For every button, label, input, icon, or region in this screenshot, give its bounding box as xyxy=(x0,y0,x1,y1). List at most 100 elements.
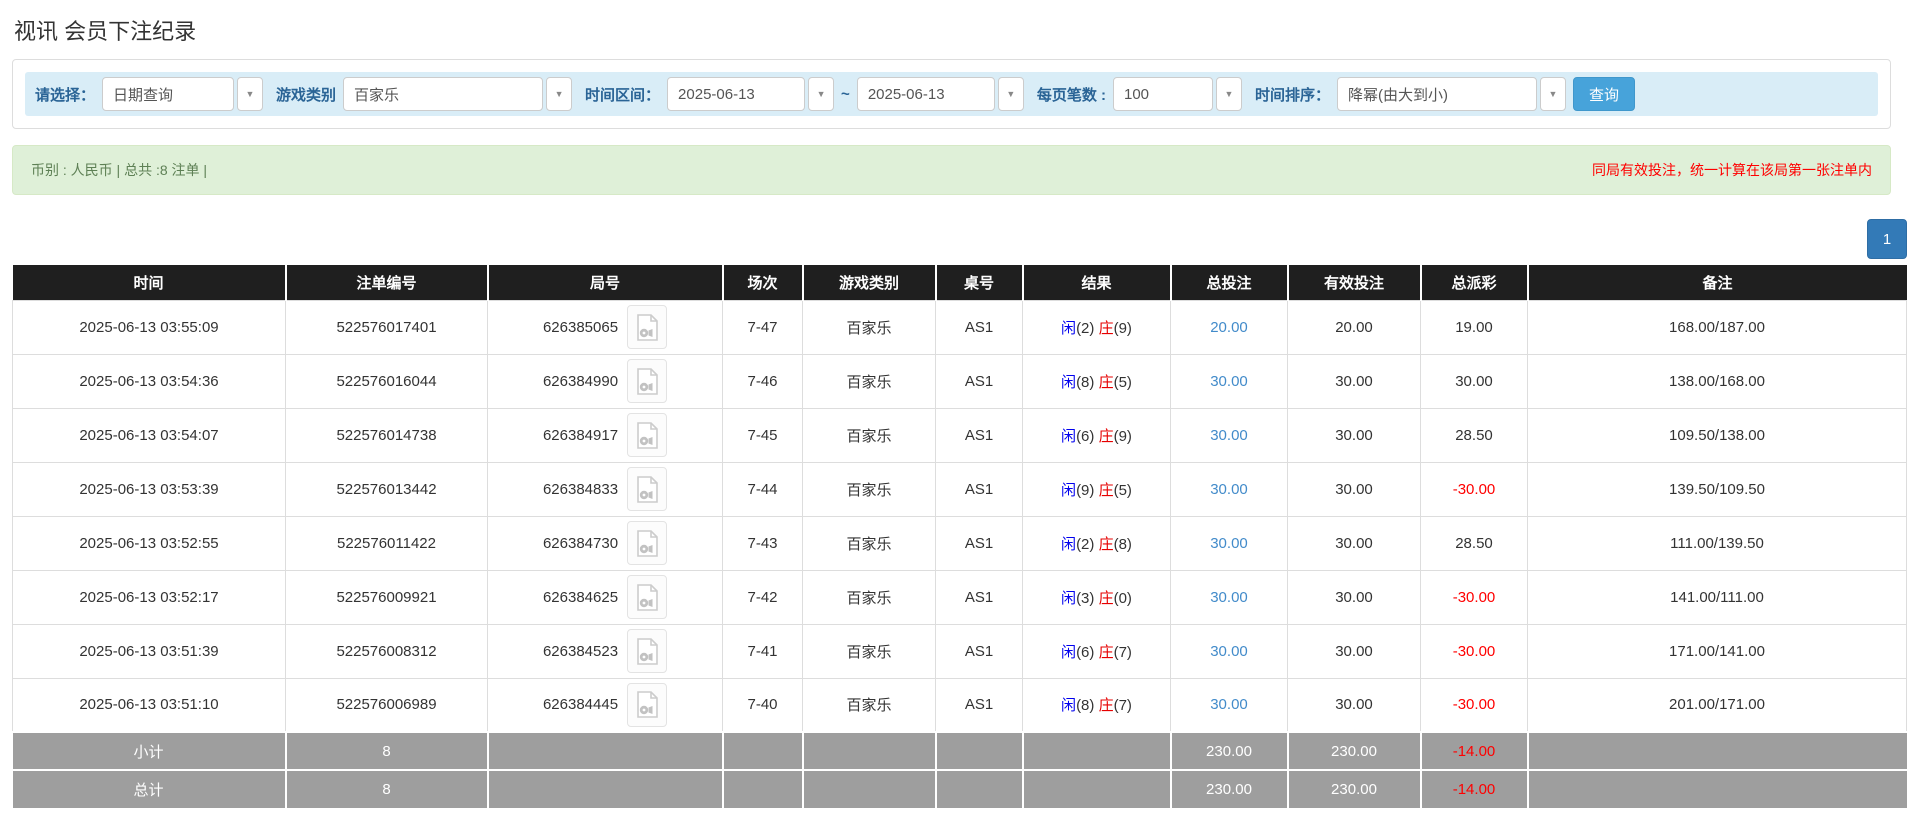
video-replay-button[interactable] xyxy=(627,359,667,403)
valid-bet-cell: 30.00 xyxy=(1288,624,1421,678)
bet-id-cell: 522576006989 xyxy=(286,678,488,732)
payout-cell: 28.50 xyxy=(1421,408,1528,462)
result-cell: 闲(2) 庄(9) xyxy=(1023,300,1171,354)
game-type-combo: 百家乐 ▼ xyxy=(343,77,572,111)
total-bet-link[interactable]: 30.00 xyxy=(1210,589,1248,606)
query-type-label: 请选择： xyxy=(35,84,95,105)
result-player-score: (6) xyxy=(1076,644,1094,661)
round-id-cell: 626384990 xyxy=(488,354,723,408)
table-row: 2025-06-13 03:52:17 522576009921 6263846… xyxy=(13,570,1907,624)
result-player-label: 闲 xyxy=(1061,536,1076,553)
video-replay-button[interactable] xyxy=(627,305,667,349)
result-banker-label: 庄 xyxy=(1099,644,1114,661)
column-header-total-bet: 总投注 xyxy=(1171,265,1288,300)
column-header-payout: 总派彩 xyxy=(1421,265,1528,300)
total-bet-cell: 30.00 xyxy=(1171,570,1288,624)
bet-id-cell: 522576014738 xyxy=(286,408,488,462)
total-bet-link[interactable]: 30.00 xyxy=(1210,643,1248,660)
page-1-button[interactable]: 1 xyxy=(1867,219,1907,259)
payout-cell: -30.00 xyxy=(1421,624,1528,678)
round-id-value: 626384523 xyxy=(543,643,618,660)
result-banker-score: (9) xyxy=(1114,428,1132,445)
summary-bar: 币别 : 人民币 | 总共 :8 注单 | 同局有效投注，统一计算在该局第一张注… xyxy=(12,145,1891,195)
subtotal-label: 小计 xyxy=(13,732,286,770)
total-bet-link[interactable]: 20.00 xyxy=(1210,319,1248,336)
result-banker-label: 庄 xyxy=(1099,374,1114,391)
result-banker-score: (7) xyxy=(1114,644,1132,661)
query-type-caret-button[interactable]: ▼ xyxy=(237,77,263,111)
valid-bet-cell: 30.00 xyxy=(1288,354,1421,408)
total-valid-bet: 230.00 xyxy=(1288,770,1421,808)
round-id-cell: 626384523 xyxy=(488,624,723,678)
result-player-label: 闲 xyxy=(1061,697,1076,714)
round-id-value: 626384445 xyxy=(543,696,618,713)
result-banker-label: 庄 xyxy=(1099,428,1114,445)
valid-bet-cell: 30.00 xyxy=(1288,678,1421,732)
table-row: 2025-06-13 03:55:09 522576017401 6263850… xyxy=(13,300,1907,354)
total-bet-cell: 30.00 xyxy=(1171,624,1288,678)
search-button[interactable]: 查询 xyxy=(1573,77,1635,111)
date-from-input[interactable]: 2025-06-13 xyxy=(667,77,805,111)
video-replay-button[interactable] xyxy=(627,467,667,511)
total-bet-link[interactable]: 30.00 xyxy=(1210,696,1248,713)
round-id-value: 626384990 xyxy=(543,373,618,390)
result-player-score: (2) xyxy=(1076,536,1094,553)
result-cell: 闲(9) 庄(5) xyxy=(1023,462,1171,516)
date-from-caret-button[interactable]: ▼ xyxy=(808,77,834,111)
column-header-valid-bet: 有效投注 xyxy=(1288,265,1421,300)
video-replay-button[interactable] xyxy=(627,575,667,619)
total-bet-link[interactable]: 30.00 xyxy=(1210,427,1248,444)
video-record-icon xyxy=(636,368,658,395)
remark-cell: 201.00/171.00 xyxy=(1528,678,1907,732)
page-size-caret-button[interactable]: ▼ xyxy=(1216,77,1242,111)
total-bet-cell: 30.00 xyxy=(1171,678,1288,732)
table-row: 2025-06-13 03:51:39 522576008312 6263845… xyxy=(13,624,1907,678)
game-type-select[interactable]: 百家乐 xyxy=(343,77,543,111)
total-bet-link[interactable]: 30.00 xyxy=(1210,373,1248,390)
total-bet-link[interactable]: 30.00 xyxy=(1210,535,1248,552)
column-header-table-no: 桌号 xyxy=(936,265,1023,300)
result-cell: 闲(8) 庄(5) xyxy=(1023,354,1171,408)
result-banker-score: (0) xyxy=(1114,590,1132,607)
bet-id-cell: 522576008312 xyxy=(286,624,488,678)
remark-cell: 171.00/141.00 xyxy=(1528,624,1907,678)
table-header: 时间 注单编号 局号 场次 游戏类别 桌号 结果 总投注 有效投注 总派彩 备注 xyxy=(13,265,1907,300)
video-record-icon xyxy=(636,476,658,503)
result-player-score: (6) xyxy=(1076,428,1094,445)
video-replay-button[interactable] xyxy=(627,629,667,673)
table-body: 2025-06-13 03:55:09 522576017401 6263850… xyxy=(13,300,1907,732)
time-sort-caret-button[interactable]: ▼ xyxy=(1540,77,1566,111)
date-to-combo: 2025-06-13 ▼ xyxy=(857,77,1024,111)
chevron-down-icon: ▼ xyxy=(555,89,564,99)
session-cell: 7-46 xyxy=(723,354,803,408)
table-no-cell: AS1 xyxy=(936,678,1023,732)
game-type-cell: 百家乐 xyxy=(803,408,936,462)
remark-cell: 139.50/109.50 xyxy=(1528,462,1907,516)
game-type-cell: 百家乐 xyxy=(803,300,936,354)
page-size-select[interactable]: 100 xyxy=(1113,77,1213,111)
result-cell: 闲(6) 庄(7) xyxy=(1023,624,1171,678)
video-replay-button[interactable] xyxy=(627,683,667,727)
total-bet-link[interactable]: 30.00 xyxy=(1210,481,1248,498)
time-sort-select[interactable]: 降幂(由大到小) xyxy=(1337,77,1537,111)
result-player-label: 闲 xyxy=(1061,590,1076,607)
table-no-cell: AS1 xyxy=(936,300,1023,354)
query-type-select[interactable]: 日期查询 xyxy=(102,77,234,111)
video-replay-button[interactable] xyxy=(627,521,667,565)
time-range-label: 时间区间： xyxy=(585,84,660,105)
session-cell: 7-44 xyxy=(723,462,803,516)
result-banker-label: 庄 xyxy=(1099,536,1114,553)
result-cell: 闲(2) 庄(8) xyxy=(1023,516,1171,570)
result-player-score: (2) xyxy=(1076,320,1094,337)
video-record-icon xyxy=(636,530,658,557)
session-cell: 7-41 xyxy=(723,624,803,678)
result-banker-score: (8) xyxy=(1114,536,1132,553)
video-replay-button[interactable] xyxy=(627,413,667,457)
game-type-caret-button[interactable]: ▼ xyxy=(546,77,572,111)
round-id-value: 626384625 xyxy=(543,589,618,606)
subtotal-row: 小计 8 230.00 230.00 -14.00 xyxy=(13,732,1907,770)
date-to-input[interactable]: 2025-06-13 xyxy=(857,77,995,111)
remark-cell: 138.00/168.00 xyxy=(1528,354,1907,408)
column-header-game-type: 游戏类别 xyxy=(803,265,936,300)
date-to-caret-button[interactable]: ▼ xyxy=(998,77,1024,111)
